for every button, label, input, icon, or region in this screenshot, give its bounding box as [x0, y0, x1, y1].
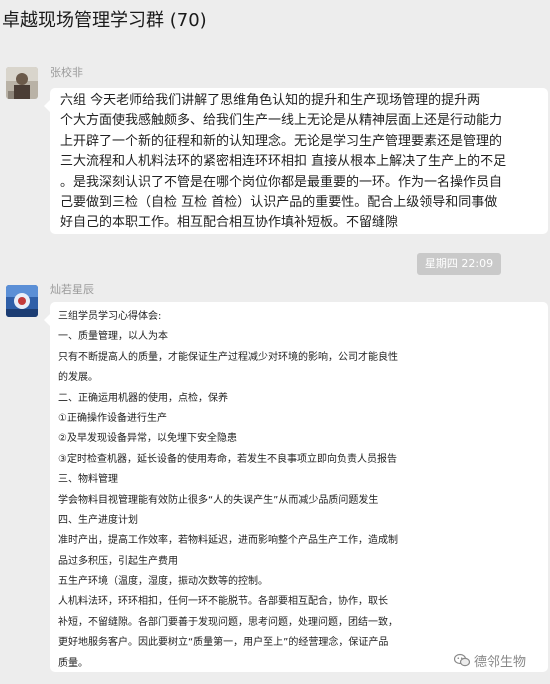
message-line: 二、正确运用机器的使用，点检，保养	[58, 392, 228, 404]
message-line: 四、生产进度计划	[58, 514, 138, 526]
message-line: ②及早发现设备异常，以免埋下安全隐患	[58, 433, 237, 445]
message-line: 补短，不留缝隙。各部门要善于发现问题，思考问题，处理问题，团结一致，	[58, 616, 398, 628]
chat-title: 卓越现场管理学习群 (70)	[2, 10, 207, 31]
message-line: 只有不断提高人的质量，才能保证生产过程减少对环境的影响，公司才能良性	[58, 351, 398, 363]
message-line: 准时产出，提高工作效率，若物料延迟，进而影响整个产品生产工作，造成制	[58, 535, 398, 547]
message-line: 人机料法环，环环相扣，任何一环不能脱节。各部要相互配合，协作，取长	[58, 596, 388, 608]
message-bubble[interactable]: 六组 今天老师给我们讲解了思维角色认知的提升和生产现场管理的提升两 个大方面使我…	[44, 88, 548, 234]
message-line: 己要做到三检（自检 互检 首检）认识产品的重要性。配合上级领导和同事做	[60, 195, 498, 211]
time-divider: 星期四 22:09	[417, 253, 501, 275]
sender-avatar[interactable]	[6, 67, 38, 99]
user-avatar-photo-icon	[6, 285, 38, 317]
watermark: 德邻生物	[454, 649, 526, 671]
message-line: 好自己的本职工作。相互配合相互协作填补短板。不留缝隙	[60, 215, 399, 231]
message-line: 三、物料管理	[58, 474, 118, 486]
message-line: 品过多积压，引起生产费用	[58, 555, 178, 567]
message-line: 上开辟了一个新的征程和新的认知理念。无论是学习生产管理要素还是管理的	[60, 133, 503, 149]
user-avatar-photo-icon	[6, 67, 38, 99]
sender-name: 灿若星辰	[50, 283, 94, 296]
message-line: ①正确操作设备进行生产	[58, 412, 167, 424]
watermark-text: 德邻生物	[474, 654, 527, 670]
message-line: ③定时检查机器，延长设备的使用寿命，若发生不良事项立即向负责人员报告	[58, 453, 397, 465]
message-line: 六组 今天老师给我们讲解了思维角色认知的提升和生产现场管理的提升两	[60, 93, 481, 108]
message-line: 五生产环境（温度，湿度，振动次数等的控制。	[58, 576, 268, 588]
message-bubble[interactable]: 三组学员学习心得体会: 一、质量管理，以人为本 只有不断提高人的质量，才能保证生…	[44, 302, 548, 672]
message-line: 一、质量管理，以人为本	[58, 331, 168, 343]
message-line: 学会物料目视管理能有效防止很多“人的失误产生”从而减少品质问题发生	[58, 494, 379, 506]
message-line: 个大方面使我感触颇多、给我们生产一线上无论是从精神层面上还是行动能力	[60, 113, 503, 129]
wechat-official-account-icon	[454, 653, 470, 667]
message-line: 的发展。	[58, 372, 98, 384]
message-line: 三组学员学习心得体会:	[58, 311, 162, 322]
message-line: 。是我深刻认识了不管是在哪个岗位你都是最重要的一环。作为一名操作员自	[60, 174, 503, 190]
message-line: 三大流程和人机料法环的紧密相连环环相扣 直接从根本上解决了生产上的不足	[60, 154, 507, 170]
sender-avatar[interactable]	[6, 285, 38, 317]
sender-name: 张校非	[50, 66, 83, 79]
